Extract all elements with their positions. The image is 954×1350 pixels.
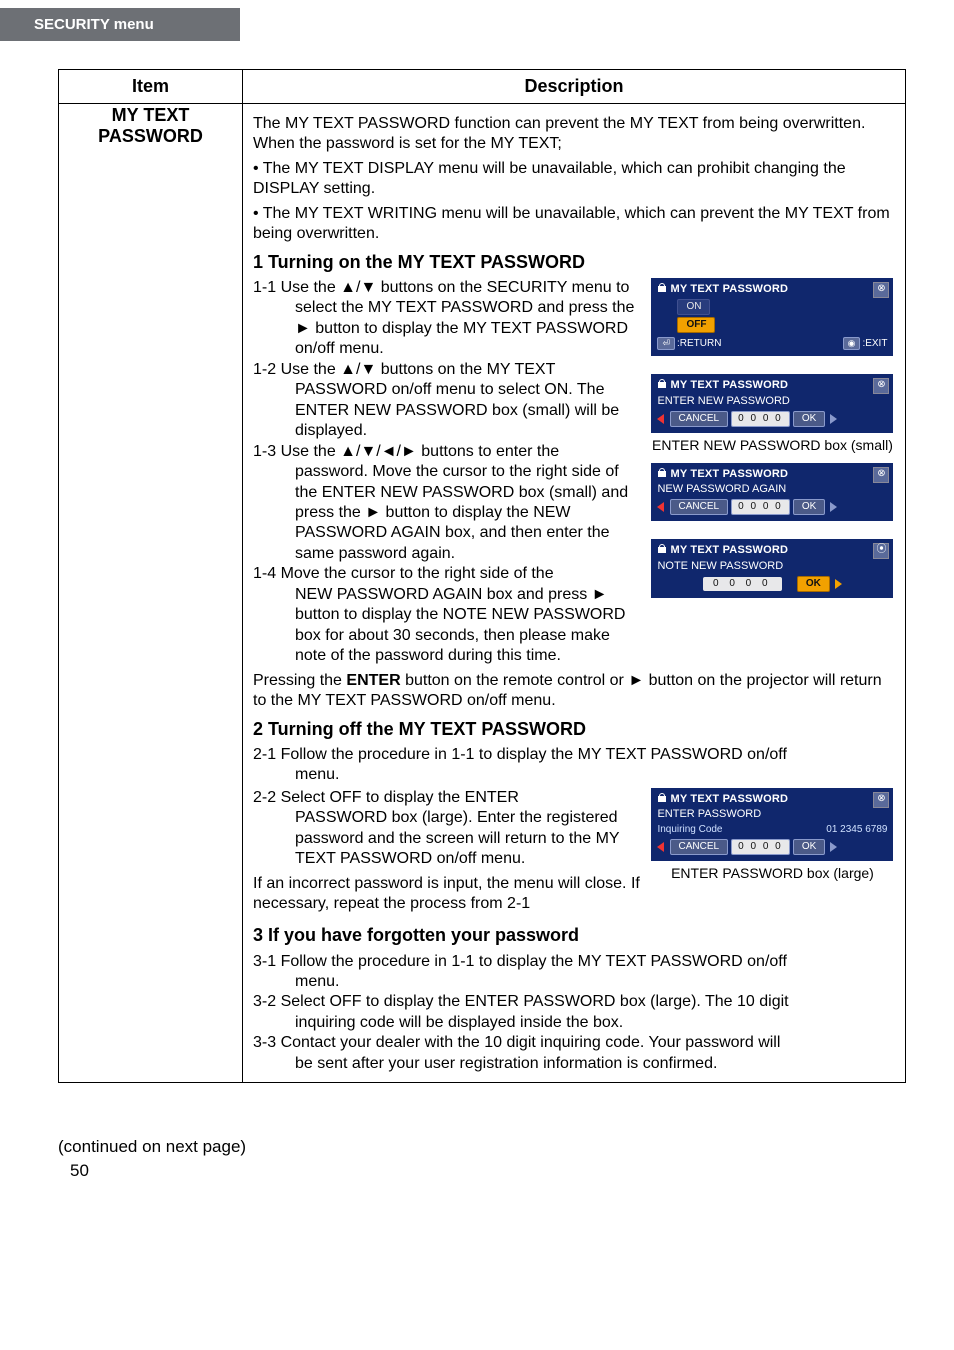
- osd-enter-pw-label: ENTER PASSWORD: [657, 808, 887, 822]
- step-3-2a: 3-2 Select OFF to display the ENTER PASS…: [253, 993, 789, 1010]
- step-1-1b: select the MY TEXT PASSWORD and press th…: [253, 298, 641, 359]
- step-2-2a: 2-2 Select OFF to display the ENTER: [253, 789, 519, 806]
- main-content: Item Description MY TEXT PASSWORD The MY…: [0, 41, 954, 1103]
- step-3-3b: be sent after your user registration inf…: [253, 1054, 895, 1074]
- return-key-icon: ⏎: [657, 337, 675, 350]
- item-line-1: MY TEXT: [60, 105, 241, 126]
- osd-digits-plain: 0 0 0 0: [703, 577, 782, 591]
- intro-1: The MY TEXT PASSWORD function can preven…: [253, 114, 895, 155]
- step-1-4a: 1-4 Move the cursor to the right side of…: [253, 565, 554, 582]
- osd-title5: MY TEXT PASSWORD: [670, 793, 788, 805]
- inquiring-code-label: Inquiring Code: [657, 824, 722, 837]
- osd-cancel: CANCEL: [670, 499, 729, 515]
- header-description: Description: [243, 70, 906, 104]
- osd-enter-new: ⊗ MY TEXT PASSWORD ENTER NEW PASSWORD CA…: [651, 374, 893, 433]
- osd-digits: 0 0 0 0: [731, 499, 790, 515]
- intro-3: • The MY TEXT WRITING menu will be unava…: [253, 204, 895, 245]
- osd-cancel: CANCEL: [670, 839, 729, 855]
- arrow-right-icon: [830, 842, 837, 852]
- arrow-left-icon: [657, 502, 664, 512]
- step-1-3a: 1-3 Use the ▲/▼/◄/► buttons to enter the: [253, 443, 559, 460]
- osd-enter-new-label: ENTER NEW PASSWORD: [657, 395, 887, 409]
- arrow-left-icon: [657, 414, 664, 424]
- osd-title2: MY TEXT PASSWORD: [670, 379, 788, 391]
- intro-2: • The MY TEXT DISPLAY menu will be unava…: [253, 159, 895, 200]
- step-1-press-enter: Pressing the ENTER button on the remote …: [253, 671, 895, 712]
- step-2-2b: PASSWORD box (large). Enter the register…: [253, 808, 641, 869]
- heading-1: 1 Turning on the MY TEXT PASSWORD: [253, 251, 895, 274]
- osd-off: OFF: [677, 317, 715, 333]
- osd-title: MY TEXT PASSWORD: [670, 283, 788, 295]
- exit-key-icon: ◉: [843, 337, 861, 350]
- caption-enter-new-small: ENTER NEW PASSWORD box (small): [651, 437, 893, 455]
- osd-return: :RETURN: [677, 338, 721, 349]
- close-icon: ⊗: [873, 378, 889, 394]
- close-icon: ⊗: [873, 467, 889, 483]
- osd-exit: :EXIT: [862, 338, 887, 349]
- continued-note: (continued on next page): [58, 1137, 954, 1157]
- step-1-1a: 1-1 Use the ▲/▼ buttons on the SECURITY …: [253, 279, 629, 296]
- step-2-1b: menu.: [253, 765, 895, 785]
- lock-icon: [657, 793, 667, 803]
- lock-icon: [657, 468, 667, 478]
- step-3-3a: 3-3 Contact your dealer with the 10 digi…: [253, 1034, 780, 1051]
- heading-3: 3 If you have forgotten your password: [253, 924, 895, 947]
- osd-ok: OK: [793, 839, 825, 855]
- lock-icon: [657, 544, 667, 554]
- arrow-right-icon: [835, 579, 842, 589]
- description-table: Item Description MY TEXT PASSWORD The MY…: [58, 69, 906, 1083]
- inquiring-code-value: 01 2345 6789: [826, 824, 887, 837]
- osd-ok: OK: [793, 499, 825, 515]
- osd-onoff: ⊗ MY TEXT PASSWORD ON OFF ⏎:RETURN ◉:EXI…: [651, 278, 893, 356]
- osd-note-new-label: NOTE NEW PASSWORD: [657, 560, 887, 574]
- page-number: 50: [70, 1161, 954, 1181]
- osd-cancel: CANCEL: [670, 411, 729, 427]
- step-3-1b: menu.: [253, 972, 895, 992]
- item-line-2: PASSWORD: [60, 126, 241, 147]
- close-icon: ⊗: [873, 282, 889, 298]
- enter-bold: ENTER: [346, 672, 400, 689]
- step-3-2b: inquiring code will be displayed inside …: [253, 1013, 895, 1033]
- item-cell: MY TEXT PASSWORD: [59, 104, 243, 1083]
- osd-new-again-label: NEW PASSWORD AGAIN: [657, 483, 887, 497]
- section-tab: SECURITY menu: [0, 8, 240, 41]
- step-1-4b: NEW PASSWORD AGAIN box and press ► butto…: [253, 585, 641, 667]
- description-cell: The MY TEXT PASSWORD function can preven…: [243, 104, 906, 1083]
- osd-title3: MY TEXT PASSWORD: [670, 468, 788, 480]
- osd-digits: 0 0 0 0: [731, 411, 790, 427]
- step-1-3b: password. Move the cursor to the right s…: [253, 462, 641, 564]
- osd-on: ON: [677, 299, 710, 315]
- osd-ok: OK: [797, 576, 830, 592]
- arrow-right-icon: [830, 414, 837, 424]
- header-item: Item: [59, 70, 243, 104]
- close-icon: ⦿: [873, 543, 889, 559]
- osd-title4: MY TEXT PASSWORD: [670, 544, 788, 556]
- osd-new-again: ⊗ MY TEXT PASSWORD NEW PASSWORD AGAIN CA…: [651, 463, 893, 522]
- osd-ok: OK: [793, 411, 825, 427]
- close-icon: ⊗: [873, 792, 889, 808]
- lock-icon: [657, 283, 667, 293]
- step-2-1a: 2-1 Follow the procedure in 1-1 to displ…: [253, 746, 787, 763]
- lock-icon: [657, 379, 667, 389]
- caption-enter-pw-large: ENTER PASSWORD box (large): [651, 865, 893, 883]
- osd-note-new: ⦿ MY TEXT PASSWORD NOTE NEW PASSWORD 0 0…: [651, 539, 893, 598]
- arrow-right-icon: [830, 502, 837, 512]
- osd-enter-password-large: ⊗ MY TEXT PASSWORD ENTER PASSWORD Inquir…: [651, 788, 893, 861]
- step-3-1a: 3-1 Follow the procedure in 1-1 to displ…: [253, 953, 787, 970]
- step-2-incorrect: If an incorrect password is input, the m…: [253, 874, 641, 915]
- arrow-left-icon: [657, 842, 664, 852]
- step-1-2a: 1-2 Use the ▲/▼ buttons on the MY TEXT: [253, 361, 555, 378]
- heading-2: 2 Turning off the MY TEXT PASSWORD: [253, 718, 895, 741]
- osd-digits: 0 0 0 0: [731, 839, 790, 855]
- step-1-2b: PASSWORD on/off menu to select ON. The E…: [253, 380, 641, 441]
